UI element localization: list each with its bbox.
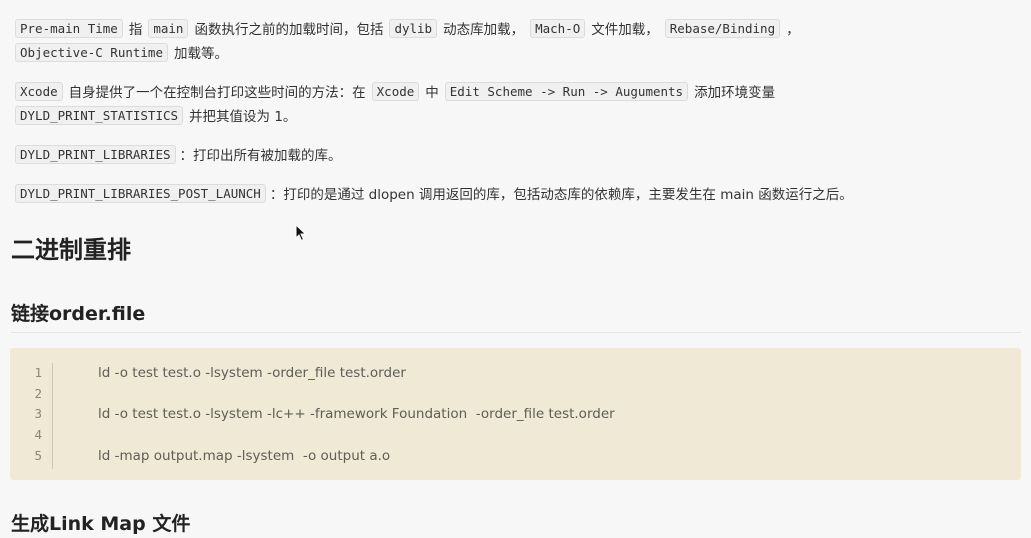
subsection-heading-order-file: 链接order.file <box>11 303 146 325</box>
inline-code: DYLD_PRINT_STATISTICS <box>15 106 184 125</box>
paragraph-text: ：打印出所有被加载的库。 <box>179 148 342 164</box>
inline-code: Rebase/Binding <box>664 19 781 38</box>
line-number: 1 <box>34 365 42 380</box>
inline-code: Mach-O <box>530 19 586 38</box>
inline-code: Xcode <box>371 82 420 101</box>
code-line: ld -map output.map -lsystem -o output a.… <box>98 447 391 464</box>
paragraph-text: 中 <box>425 85 439 101</box>
heading-divider <box>11 332 1021 333</box>
paragraph-text: ：打印的是通过 dlopen 调用返回的库，包括动态库的依赖库，主要发生在 ma… <box>269 187 853 203</box>
line-number: 5 <box>34 447 42 463</box>
paragraph-text: ， <box>786 22 800 38</box>
paragraph-text: 自身提供了一个在控制台打印这些时间的方法：在 <box>68 85 366 101</box>
inline-code: Pre-main Time <box>15 19 123 38</box>
document-page: Pre-main Time 指 main 函数执行之前的加载时间，包括 dylib 动态库… <box>0 0 1031 535</box>
code-line: ld -o test test.o -lsystem -order_file t… <box>98 365 406 381</box>
paragraph-text: 动态库加载， <box>443 22 525 38</box>
inline-code: main <box>148 19 189 38</box>
line-number: 2 <box>34 385 42 401</box>
paragraph-text: 文件加载， <box>591 22 659 38</box>
subsection-heading-link-map: 生成Link Map 文件 <box>11 513 191 535</box>
line-number: 3 <box>34 406 42 422</box>
code-line: ld -o test test.o -lsystem -lc++ -framew… <box>98 406 615 423</box>
paragraph-text: 添加环境变量 <box>694 85 776 101</box>
inline-code: Edit Scheme -> Run -> Auguments <box>444 82 689 101</box>
paragraph-text: 并把其值设为 1。 <box>189 109 297 125</box>
mouse-pointer-icon <box>295 223 307 246</box>
paragraph-dyld-post-launch: DYLD_PRINT_LIBRARIES_POST_LAUNCH ：打印的是通过 … <box>15 183 1001 207</box>
paragraph-pre-main-time: Pre-main Time 指 main 函数执行之前的加载时间，包括 dylib 动态库… <box>15 18 1001 66</box>
line-number: 4 <box>34 427 42 443</box>
inline-code: dylib <box>389 19 438 38</box>
paragraph-dyld-print-libraries: DYLD_PRINT_LIBRARIES ：打印出所有被加载的库。 <box>15 144 1001 168</box>
code-block: 1 2 3 4 5 ld -o test test.o -lsystem -or… <box>10 348 1021 480</box>
inline-code: Xcode <box>15 82 63 101</box>
paragraph-text: 加载等。 <box>174 46 228 62</box>
paragraph-xcode: Xcode 自身提供了一个在控制台打印这些时间的方法：在 Xcode 中 Edit Sc… <box>15 81 1001 129</box>
section-heading-binary-reorder: 二进制重排 <box>11 236 131 264</box>
paragraph-text: 函数执行之前的加载时间，包括 <box>194 22 384 38</box>
inline-code: DYLD_PRINT_LIBRARIES <box>15 145 176 164</box>
inline-code: Objective-C Runtime <box>15 43 168 62</box>
code-lines: ld -o test test.o -lsystem -order_file t… <box>98 363 615 466</box>
paragraph-text: 指 <box>128 22 143 38</box>
inline-code: DYLD_PRINT_LIBRARIES_POST_LAUNCH <box>15 184 266 203</box>
line-number-gutter: 1 2 3 4 5 <box>10 363 53 469</box>
